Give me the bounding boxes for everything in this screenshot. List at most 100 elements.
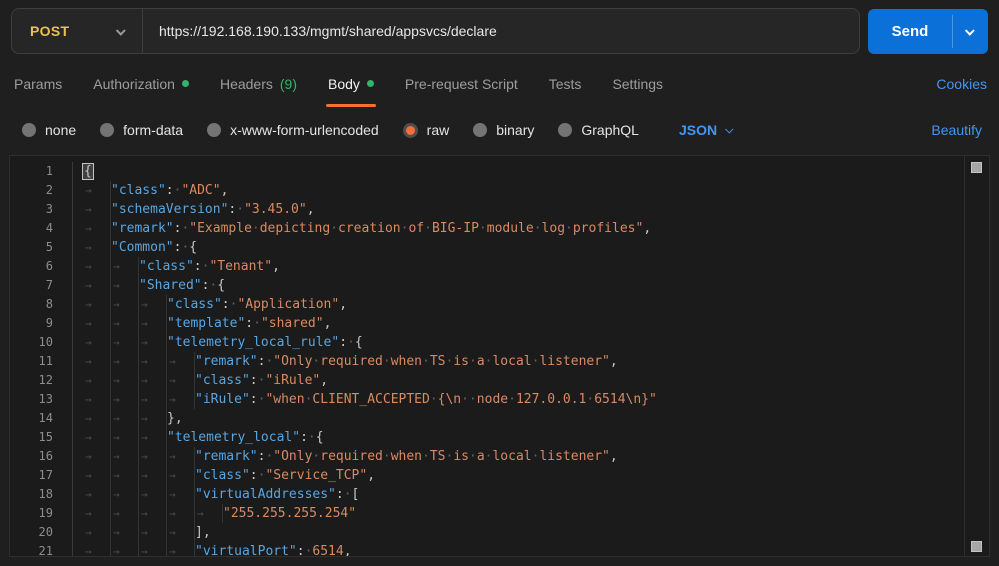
whitespace-dot: · [422, 449, 430, 464]
code-token: , [344, 544, 352, 557]
tab-authorization[interactable]: Authorization [91, 60, 191, 107]
code-line-content: →→→"telemetry_local":·{ [73, 428, 324, 447]
tab-arrow-icon: → [111, 523, 139, 542]
code-token: "3.45.0" [244, 202, 307, 217]
language-select[interactable]: JSON [679, 122, 733, 138]
tab-arrow-icon: → [111, 447, 139, 466]
tab-arrow-icon: → [83, 257, 111, 276]
code-token: "virtualAddresses" [195, 487, 336, 502]
tab-arrow-icon: → [111, 409, 139, 428]
method-dropdown[interactable]: POST [12, 9, 142, 53]
send-button[interactable]: Send [868, 9, 952, 54]
body-type-x-www-form-urlencoded[interactable]: x-www-form-urlencoded [207, 122, 379, 138]
whitespace-dot: · [469, 449, 477, 464]
tab-arrow-icon: → [139, 504, 167, 523]
code-token: "remark" [195, 354, 258, 369]
send-options-button[interactable] [953, 9, 988, 54]
code-token: :· [166, 183, 182, 198]
code-line-content: { [73, 162, 93, 181]
code-line: 18→→→→"virtualAddresses":·[ [10, 485, 989, 504]
radio-icon [403, 123, 418, 138]
url-input[interactable]: https://192.168.190.133/mgmt/shared/apps… [143, 9, 859, 53]
line-number: 5 [10, 238, 73, 257]
code-token: :· [174, 221, 190, 236]
code-token: :· [250, 392, 266, 407]
tab-arrow-icon: → [111, 466, 139, 485]
tab-settings[interactable]: Settings [610, 60, 665, 107]
code-line-content: →→→→"class":·"iRule", [73, 371, 328, 390]
body-type-raw[interactable]: raw [403, 122, 450, 138]
code-line-content: →"schemaVersion":·"3.45.0", [73, 200, 315, 219]
tab-arrow-icon: → [111, 333, 139, 352]
line-number: 12 [10, 371, 73, 390]
code-token: :· [194, 259, 210, 274]
tab-arrow-icon: → [139, 295, 167, 314]
code-line-content: →→"class":·"Tenant", [73, 257, 280, 276]
code-token: :· [245, 316, 261, 331]
tab-body[interactable]: Body [326, 60, 376, 107]
code-line-content: →"Common":·{ [73, 238, 197, 257]
tab-arrow-icon: → [83, 466, 111, 485]
whitespace-dot: · [424, 221, 432, 236]
tab-tests[interactable]: Tests [547, 60, 584, 107]
scrollbar-thumb-top[interactable] [971, 162, 982, 173]
whitespace-dot: · [446, 354, 454, 369]
tab-arrow-icon: → [167, 447, 195, 466]
whitespace-dot: · [312, 449, 320, 464]
body-type-label: none [45, 122, 76, 138]
tab-headers[interactable]: Headers(9) [218, 60, 299, 107]
code-token: "Only·required·when·TS·is·a·local·listen… [273, 449, 610, 464]
tab-arrow-icon: → [83, 314, 111, 333]
tab-params[interactable]: Params [12, 60, 64, 107]
code-line-content: →→→→"virtualPort":·6514, [73, 542, 352, 557]
tab-arrow-icon: → [139, 523, 167, 542]
line-number: 13 [10, 390, 73, 409]
code-line: 14→→→}, [10, 409, 989, 428]
whitespace-dot: · [236, 202, 244, 217]
cookies-link[interactable]: Cookies [936, 76, 987, 92]
body-type-binary[interactable]: binary [473, 122, 534, 138]
tab-label: Authorization [93, 76, 175, 92]
tab-arrow-icon: → [83, 238, 111, 257]
code-token: "Only·required·when·TS·is·a·local·listen… [273, 354, 610, 369]
code-token: "iRule" [265, 373, 320, 388]
tab-pre-request-script[interactable]: Pre-request Script [403, 60, 520, 107]
code-line: 7→→"Shared":·{ [10, 276, 989, 295]
scrollbar-track [964, 156, 965, 556]
tab-arrow-icon: → [83, 352, 111, 371]
code-token: "virtualPort" [195, 544, 297, 557]
scrollbar-thumb-bottom[interactable] [971, 541, 982, 552]
tab-arrow-icon: → [139, 333, 167, 352]
code-line-content: →→→→"iRule":·"when·CLIENT_ACCEPTED·{\n··… [73, 390, 657, 409]
code-token: :·{ [339, 335, 362, 350]
body-type-graphql[interactable]: GraphQL [558, 122, 639, 138]
tab-arrow-icon: → [167, 485, 195, 504]
code-line-content: →→→}, [73, 409, 183, 428]
whitespace-dot: · [508, 392, 516, 407]
tab-arrow-icon: → [111, 295, 139, 314]
code-token: 6514 [312, 544, 343, 557]
tab-arrow-icon: → [167, 466, 195, 485]
beautify-link[interactable]: Beautify [931, 122, 982, 138]
line-number: 14 [10, 409, 73, 428]
code-line: 11→→→→"remark":·"Only·required·when·TS·i… [10, 352, 989, 371]
tab-arrow-icon: → [83, 542, 111, 557]
body-type-form-data[interactable]: form-data [100, 122, 183, 138]
tab-label: Params [14, 76, 62, 92]
send-button-group: Send [868, 9, 988, 54]
code-line: 10→→→"telemetry_local_rule":·{ [10, 333, 989, 352]
whitespace-dot: · [534, 221, 542, 236]
code-line: 16→→→→"remark":·"Only·required·when·TS·i… [10, 447, 989, 466]
code-token: , [324, 316, 332, 331]
line-number: 15 [10, 428, 73, 447]
body-type-label: raw [427, 122, 450, 138]
code-line-content: →"remark":·"Example·depicting·creation·o… [73, 219, 651, 238]
tab-arrow-icon: → [83, 485, 111, 504]
body-type-none[interactable]: none [22, 122, 76, 138]
tab-label: Body [328, 76, 360, 92]
tab-arrow-icon: → [167, 371, 195, 390]
code-line: 15→→→"telemetry_local":·{ [10, 428, 989, 447]
code-token: :·{ [174, 240, 197, 255]
code-line: 17→→→→"class":·"Service_TCP", [10, 466, 989, 485]
body-code-editor[interactable]: 1{2→"class":·"ADC",3→"schemaVersion":·"3… [9, 155, 990, 557]
